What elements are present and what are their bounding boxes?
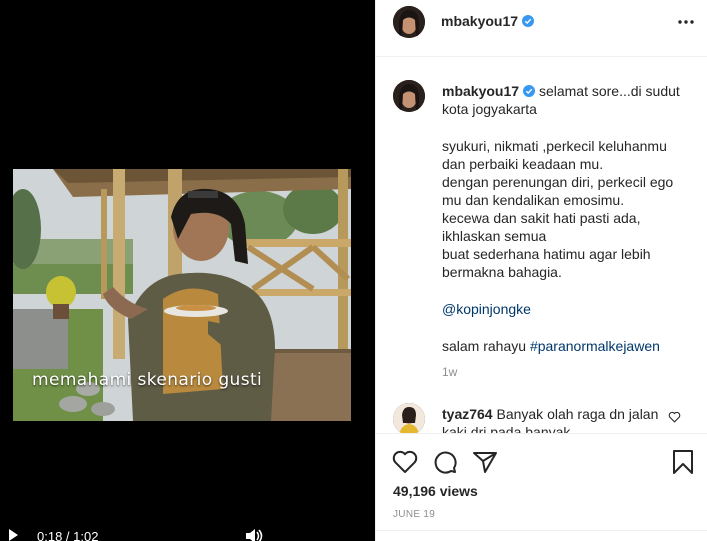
post-time-ago[interactable]: 1w [442,365,457,379]
comment-icon[interactable] [432,449,458,475]
video-player[interactable]: memahami skenario gusti 0:18 / 1:02 [0,0,375,541]
video-caption-overlay: memahami skenario gusti [32,370,263,390]
volume-icon[interactable] [246,529,264,541]
avatar[interactable] [393,6,425,38]
view-count[interactable]: 49,196 views [393,483,478,499]
closing-text: salam rahayu [442,338,527,354]
share-icon[interactable] [472,449,498,475]
comment-text: tyaz764 Banyak olah raga dn jalan kaki d… [442,405,662,433]
header-username-text[interactable]: mbakyou17 [441,13,518,29]
divider [376,530,707,531]
post-caption: mbakyou17 selamat sore...di sudut kota j… [442,82,692,355]
caption-body-text: syukuri, nikmati ,perkecil keluhanmu dan… [442,138,674,280]
verified-badge-icon [523,85,536,97]
commenter-avatar[interactable] [393,403,425,433]
play-icon[interactable] [9,529,18,541]
caption-avatar[interactable] [393,80,425,112]
more-options-icon[interactable] [678,19,694,25]
video-time: 0:18 / 1:02 [37,529,99,541]
video-controls: 0:18 / 1:02 [0,527,375,541]
heart-icon[interactable] [392,449,418,475]
comments-section[interactable]: mbakyou17 selamat sore...di sudut kota j… [376,58,707,433]
post-sidebar: mbakyou17 mbakyou17 selamat sore...di su… [375,0,707,541]
post-date: JUNE 19 [393,509,436,520]
comment-item: tyaz764 Banyak olah raga dn jalan kaki d… [376,401,707,433]
post-actions: 49,196 views JUNE 19 [376,433,707,541]
hashtag-link[interactable]: #paranormalkejawen [530,338,660,354]
header-username[interactable]: mbakyou17 [441,13,535,29]
mention-link[interactable]: @kopinjongke [442,301,531,317]
post-header: mbakyou17 [376,0,707,57]
commenter-username[interactable]: tyaz764 [442,406,493,422]
bookmark-icon[interactable] [670,449,696,475]
caption-username[interactable]: mbakyou17 [442,83,519,99]
comment-like-heart-icon[interactable] [668,411,681,423]
video-frame[interactable]: memahami skenario gusti [13,169,351,421]
verified-badge-icon [522,15,535,27]
